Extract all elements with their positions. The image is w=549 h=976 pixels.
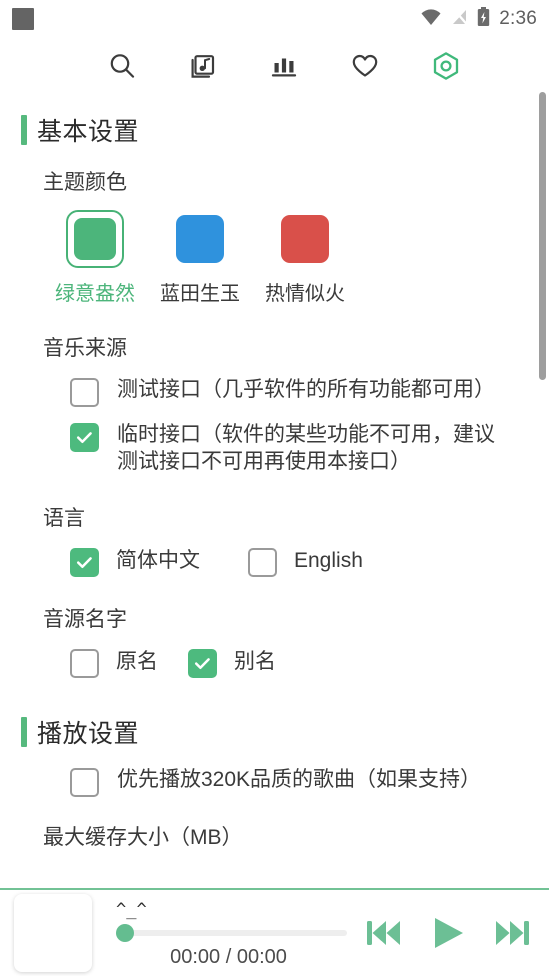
group-label-max-cache-size: 最大缓存大小（MB） — [43, 825, 243, 849]
checkbox-label-prefer-320k: 优先播放320K品质的歌曲（如果支持） — [117, 767, 482, 791]
checkbox-label-test-api: 测试接口（几乎软件的所有功能都可用） — [117, 378, 495, 401]
theme-swatch-blue[interactable] — [171, 210, 229, 268]
checkbox-row-english[interactable]: English — [248, 546, 363, 577]
settings-scroll-area[interactable]: 基本设置 主题颜色 绿意盎然 蓝田生玉 热情似火 音乐来源 测试接口（几乎软件的… — [0, 94, 549, 888]
progress-slider[interactable] — [116, 924, 347, 942]
previous-track-button[interactable] — [363, 912, 405, 954]
checkbox-row-alias-name[interactable]: 别名 — [188, 647, 276, 678]
checkbox-temp-api[interactable] — [70, 423, 99, 452]
checkbox-label-original-name: 原名 — [116, 650, 158, 674]
theme-swatch-red[interactable] — [276, 210, 334, 268]
checkbox-label-alias-name: 别名 — [234, 650, 276, 674]
playback-time-display: 00:00 / 00:00 — [170, 946, 287, 968]
song-list-icon[interactable] — [183, 46, 223, 86]
checkbox-chinese[interactable] — [70, 547, 99, 577]
search-icon[interactable] — [102, 46, 142, 86]
checkbox-row-test-api[interactable]: 测试接口（几乎软件的所有功能都可用） — [0, 376, 549, 407]
wifi-icon — [420, 8, 442, 31]
checkbox-test-api[interactable] — [70, 378, 99, 407]
song-title: ^_^ — [116, 900, 147, 920]
checkbox-row-original-name[interactable]: 原名 — [70, 647, 158, 678]
notification-square-icon — [12, 8, 34, 30]
theme-color-swatch-row: 绿意盎然 蓝田生玉 热情似火 — [0, 210, 549, 306]
section-header-basic: 基本设置 — [0, 112, 549, 148]
play-button[interactable] — [427, 912, 469, 954]
theme-label-red: 热情似火 — [265, 283, 345, 305]
app-window: 2:36 基本设置 主题颜色 绿意盎然 蓝田生玉 热情似火 音乐来源 测试接口（… — [0, 0, 549, 976]
player-controls — [363, 912, 533, 954]
checkbox-label-chinese: 简体中文 — [116, 549, 200, 573]
checkbox-group-source-name: 原名 别名 — [0, 647, 549, 678]
group-label-music-source: 音乐来源 — [43, 337, 127, 360]
signal-off-icon — [451, 7, 469, 31]
checkbox-alias-name[interactable] — [188, 648, 217, 678]
theme-swatch-red-fill — [281, 215, 329, 263]
theme-label-green: 绿意盎然 — [55, 283, 135, 305]
status-bar-clock: 2:36 — [499, 8, 537, 29]
group-label-theme-color: 主题颜色 — [43, 171, 127, 194]
player-bar: ^_^ 00:00 / 00:00 — [0, 888, 549, 976]
vertical-scrollbar[interactable] — [539, 92, 546, 380]
theme-option-green[interactable]: 绿意盎然 — [55, 210, 135, 306]
status-bar-right: 2:36 — [420, 6, 537, 32]
checkbox-row-prefer-320k[interactable]: 优先播放320K品质的歌曲（如果支持） — [0, 766, 549, 797]
theme-swatch-blue-fill — [176, 215, 224, 263]
checkbox-row-chinese[interactable]: 简体中文 — [70, 546, 200, 577]
theme-swatch-green[interactable] — [66, 210, 124, 268]
group-label-language: 语言 — [43, 506, 85, 530]
theme-swatch-green-fill — [74, 218, 116, 260]
theme-option-blue[interactable]: 蓝田生玉 — [160, 210, 240, 306]
album-art-thumbnail[interactable] — [14, 894, 92, 972]
checkbox-label-english: English — [294, 549, 363, 573]
status-bar: 2:36 — [0, 0, 549, 38]
theme-option-red[interactable]: 热情似火 — [265, 210, 345, 306]
page-title: 基本设置 — [37, 118, 140, 146]
checkbox-prefer-320k[interactable] — [70, 767, 99, 797]
top-toolbar — [0, 38, 549, 94]
player-info-area: ^_^ 00:00 / 00:00 — [106, 894, 357, 972]
battery-charging-icon — [477, 6, 490, 32]
leaderboard-icon[interactable] — [264, 46, 304, 86]
checkbox-group-language: 简体中文 English — [0, 546, 549, 577]
settings-hex-icon[interactable] — [426, 46, 466, 86]
checkbox-row-temp-api[interactable]: 临时接口（软件的某些功能不可用，建议测试接口不可用再使用本接口） — [0, 421, 549, 476]
section-accent-bar — [21, 115, 27, 145]
group-label-source-name: 音源名字 — [43, 607, 127, 631]
favorite-heart-icon[interactable] — [345, 46, 385, 86]
progress-slider-handle[interactable] — [116, 924, 134, 942]
section-header-playback: 播放设置 — [0, 714, 549, 750]
theme-label-blue: 蓝田生玉 — [160, 283, 240, 305]
section-title-playback: 播放设置 — [37, 719, 140, 748]
checkbox-english[interactable] — [248, 547, 277, 577]
section-accent-bar-playback — [21, 716, 27, 747]
checkbox-label-temp-api: 临时接口（软件的某些功能不可用，建议测试接口不可用再使用本接口） — [117, 423, 495, 474]
next-track-button[interactable] — [491, 912, 533, 954]
status-bar-left — [12, 8, 34, 30]
checkbox-original-name[interactable] — [70, 648, 99, 678]
